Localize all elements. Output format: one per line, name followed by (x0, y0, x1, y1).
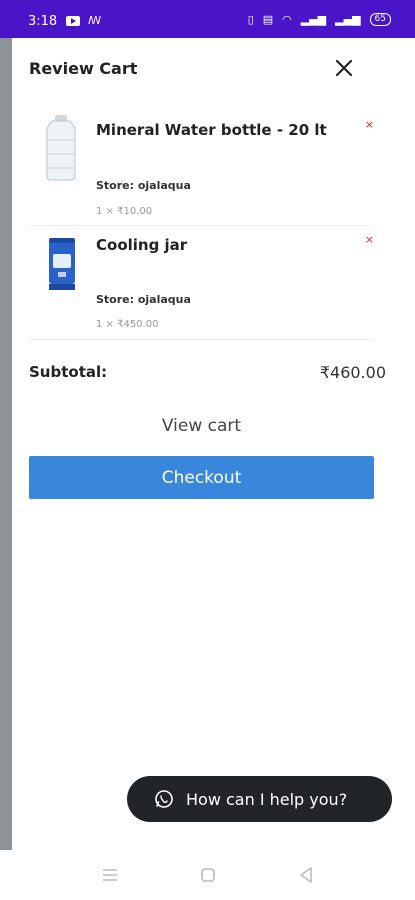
status-right-icons: ▯ ▤ ◠ ▂▄▆ ▂▄▆ 65 (248, 13, 391, 26)
recents-button[interactable] (99, 864, 121, 886)
wifi-icon: ◠ (282, 13, 292, 26)
status-time: 3:18 (28, 14, 58, 29)
water-bottle-image (46, 115, 76, 181)
subtotal-label: Subtotal: (29, 363, 108, 381)
subtotal-value: ₹460.00 (319, 363, 386, 382)
item-qty-price: 1 × ₹450.00 (96, 319, 159, 330)
help-label: How can I help you? (186, 789, 348, 809)
volte-icon: ▤ (262, 13, 274, 26)
back-button[interactable] (295, 864, 317, 886)
vibrate-icon: ▯ (247, 13, 254, 26)
item-store: Store: ojalaqua (96, 179, 191, 192)
whatsapp-icon (155, 790, 173, 808)
remove-item-button[interactable]: × (365, 118, 374, 131)
item-qty-price: 1 × ₹10.00 (96, 206, 153, 217)
checkout-button[interactable]: Checkout (29, 456, 374, 499)
battery-icon: 65 (369, 13, 391, 26)
cart-item: Cooling jar Store: ojalaqua 1 × ₹450.00 … (29, 226, 374, 340)
youtube-icon (66, 15, 80, 26)
notification-icon: ꟿ (88, 14, 102, 27)
system-nav-bar (0, 850, 415, 900)
close-button[interactable] (332, 56, 356, 80)
remove-item-button[interactable]: × (365, 233, 374, 246)
close-icon (335, 59, 353, 77)
drawer-title: Review Cart (29, 59, 138, 78)
signal-icon: ▂▄▆ (335, 13, 361, 26)
drawer-backdrop[interactable] (0, 38, 12, 850)
menu-icon (103, 869, 117, 881)
back-icon (300, 867, 312, 883)
status-bar: 3:18 ꟿ ▯ ▤ ◠ ▂▄▆ ▂▄▆ 65 (0, 0, 415, 38)
whatsapp-help-button[interactable]: How can I help you? (127, 776, 392, 822)
item-name[interactable]: Mineral Water bottle - 20 lt (96, 121, 327, 139)
item-name[interactable]: Cooling jar (96, 236, 187, 254)
cart-item: Mineral Water bottle - 20 lt Store: ojal… (29, 104, 374, 226)
cooling-jar-image (49, 238, 75, 290)
home-button[interactable] (197, 864, 219, 886)
view-cart-link[interactable]: View cart (29, 416, 374, 436)
item-store: Store: ojalaqua (96, 293, 191, 306)
status-left-icons: ꟿ (66, 14, 101, 27)
home-icon (201, 868, 215, 882)
signal-icon: ▂▄▆ (300, 13, 327, 26)
